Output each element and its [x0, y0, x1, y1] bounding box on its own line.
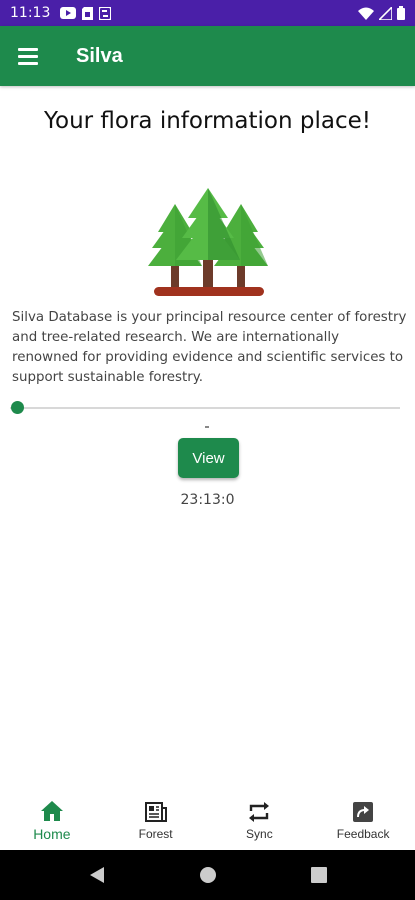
- status-time: 11:13: [10, 5, 51, 21]
- back-icon[interactable]: [89, 866, 105, 884]
- view-button[interactable]: View: [178, 438, 239, 478]
- slider-track: [10, 407, 400, 409]
- youtube-icon: [60, 7, 77, 19]
- nav-label-sync: Sync: [246, 827, 273, 841]
- status-bar: 11:13: [0, 0, 415, 26]
- bottom-navigation: Home Forest Sync Feedback: [0, 790, 415, 850]
- home-circle-icon[interactable]: [199, 866, 217, 884]
- nav-item-forest[interactable]: Forest: [104, 790, 208, 850]
- system-navigation-bar: [0, 850, 415, 900]
- signal-icon: [379, 6, 392, 20]
- newspaper-icon: [144, 799, 167, 825]
- hamburger-menu-icon[interactable]: [18, 44, 42, 68]
- home-icon: [40, 798, 64, 824]
- sync-badge-icon: [99, 6, 112, 20]
- progress-slider[interactable]: [10, 400, 400, 416]
- sync-icon: [247, 799, 271, 825]
- nav-label-home: Home: [33, 826, 71, 842]
- nav-label-feedback: Feedback: [336, 827, 390, 841]
- app-bar: Silva: [0, 26, 415, 86]
- description-text: Silva Database is your principal resourc…: [12, 310, 407, 385]
- divider-dot: [205, 426, 209, 428]
- nav-item-sync[interactable]: Sync: [208, 790, 312, 850]
- battery-icon: [397, 6, 405, 20]
- timer-text: 23:13:0: [180, 492, 235, 508]
- nav-item-feedback[interactable]: Feedback: [311, 790, 415, 850]
- status-left-icons: [60, 6, 112, 20]
- status-right-icons: [358, 6, 405, 20]
- nav-item-home[interactable]: Home: [0, 790, 104, 850]
- forest-trees-icon: [148, 188, 268, 296]
- feedback-icon: [352, 799, 374, 825]
- app-title: Silva: [76, 44, 123, 67]
- sim-card-icon: [82, 6, 94, 20]
- recents-icon[interactable]: [310, 867, 327, 883]
- slider-thumb[interactable]: [11, 401, 24, 414]
- page-headline: Your flora information place!: [44, 108, 371, 134]
- nav-label-forest: Forest: [138, 827, 173, 841]
- wifi-icon: [358, 7, 374, 20]
